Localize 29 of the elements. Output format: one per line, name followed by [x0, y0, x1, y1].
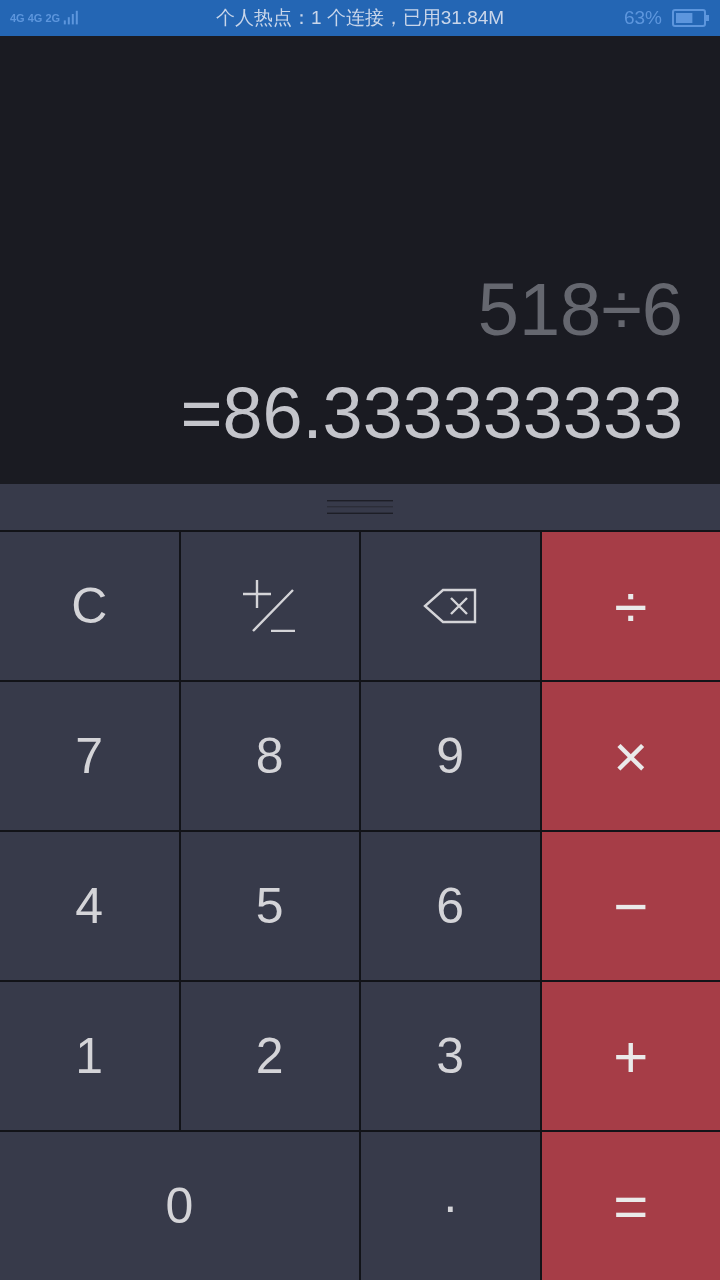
key[interactable]: 3 — [361, 982, 540, 1130]
battery-percent: 63% — [623, 7, 662, 29]
signal-icon — [63, 10, 80, 26]
key[interactable]: · — [361, 1132, 540, 1280]
expression: 518÷6 — [477, 267, 683, 353]
key[interactable]: 9 — [361, 682, 540, 830]
operator-key[interactable]: × — [541, 682, 720, 830]
key[interactable]: 6 — [361, 832, 540, 980]
key[interactable]: 2 — [180, 982, 359, 1130]
key[interactable]: 5 — [180, 832, 359, 980]
operator-key[interactable]: ÷ — [541, 532, 720, 680]
network-label: 4G — [10, 12, 25, 24]
key[interactable]: 8 — [180, 682, 359, 830]
drag-handle-icon[interactable] — [327, 500, 393, 514]
network-label: 4G — [27, 12, 43, 24]
key[interactable]: 0 — [0, 1132, 359, 1280]
key[interactable]: 1 — [0, 982, 179, 1130]
operator-key[interactable]: − — [541, 832, 720, 980]
network-label: 2G — [45, 12, 61, 24]
key[interactable]: 7 — [0, 682, 179, 830]
operator-key[interactable]: = — [541, 1132, 720, 1280]
key[interactable]: C — [0, 532, 179, 680]
hotspot-notification: 个人热点：1 个连接，已用31.84M — [215, 6, 505, 30]
sign-key[interactable] — [180, 532, 359, 680]
key[interactable]: 4 — [0, 832, 179, 980]
operator-key[interactable]: + — [541, 982, 720, 1130]
backspace-key[interactable] — [361, 532, 540, 680]
result: =86.333333333 — [180, 372, 683, 455]
plus-minus-icon — [242, 580, 297, 632]
